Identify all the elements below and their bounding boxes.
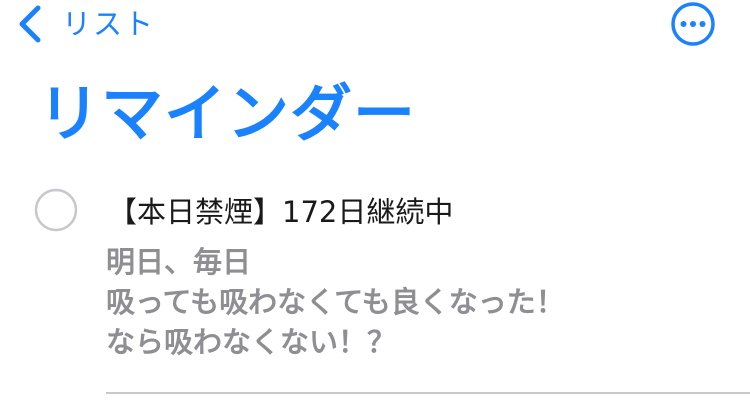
more-options-button[interactable] <box>669 0 717 48</box>
reminder-list-item[interactable]: 【本日禁煙】172日継続中 明日、毎日 吸っても吸わなくても良くなった！ なら吸… <box>0 180 750 400</box>
reminder-notes[interactable]: 明日、毎日 吸っても吸わなくても良くなった！ なら吸わなくない！？ <box>106 242 736 362</box>
reminder-complete-checkbox[interactable] <box>34 188 78 232</box>
list-divider <box>106 392 750 394</box>
back-button-label: リスト <box>62 7 156 41</box>
back-button[interactable]: リスト <box>16 4 155 44</box>
ellipsis-circle-icon <box>669 0 717 48</box>
reminder-note-line: 明日、毎日 <box>106 245 252 279</box>
reminder-title[interactable]: 【本日禁煙】172日継続中 <box>108 192 453 232</box>
chevron-left-icon <box>16 4 42 44</box>
reminder-note-line: なら吸わなくない！？ <box>106 325 397 359</box>
page-title: リマインダー <box>38 77 417 150</box>
reminder-note-line: 吸っても吸わなくても良くなった！ <box>106 285 565 319</box>
